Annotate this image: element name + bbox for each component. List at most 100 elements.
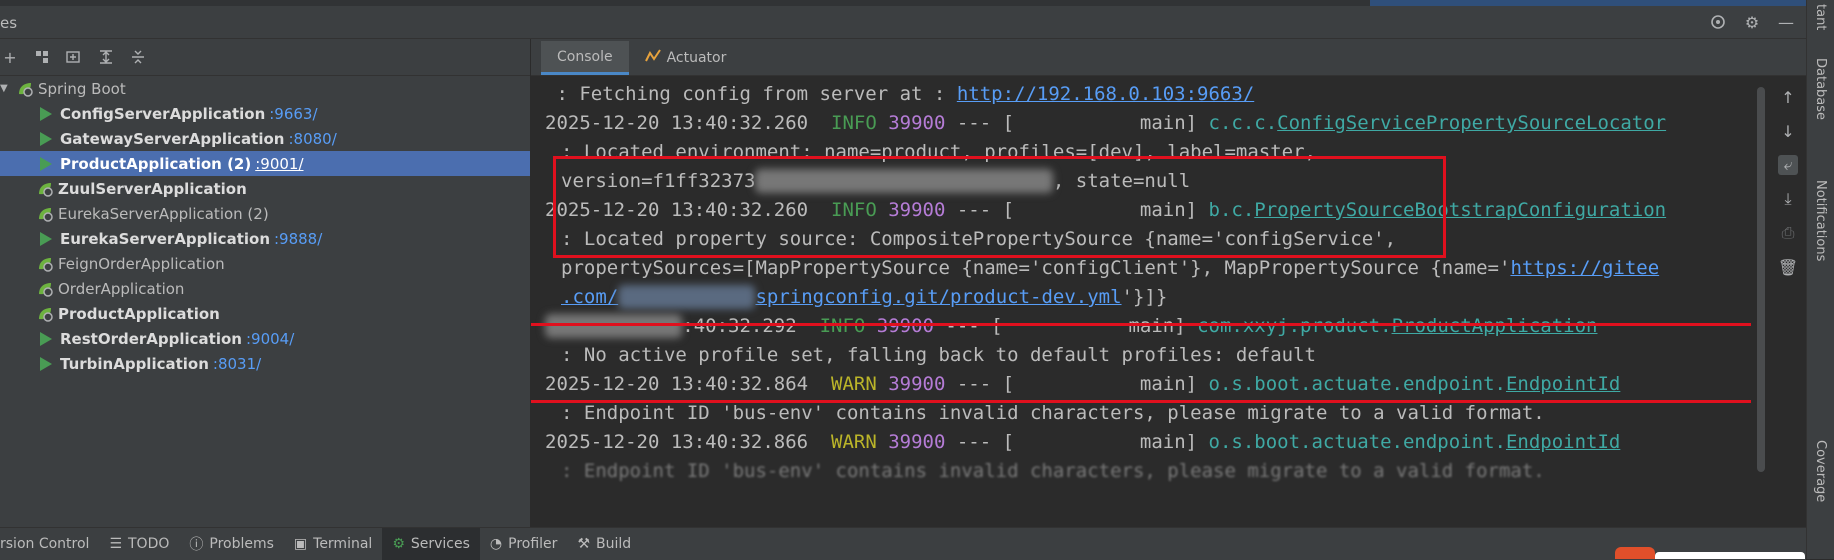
- running-icon: [40, 356, 52, 371]
- tree-item-product-2[interactable]: ProductApplication (2) :9001/: [0, 151, 530, 176]
- log-text: : Endpoint ID 'bus-env' contains invalid…: [561, 460, 1545, 482]
- tool-tab-todo[interactable]: ☰ TODO: [99, 528, 179, 560]
- running-icon: [40, 106, 52, 121]
- build-icon: ⚒: [577, 536, 590, 552]
- collapse-all-icon[interactable]: [128, 47, 148, 67]
- trash-icon[interactable]: 🗑: [1778, 257, 1798, 277]
- group-by-icon[interactable]: [32, 47, 52, 67]
- new-group-icon[interactable]: [64, 47, 84, 67]
- tool-tab-label: Terminal: [313, 536, 373, 552]
- print-icon[interactable]: ⎙: [1778, 223, 1798, 243]
- arrow-down-icon[interactable]: ↓: [1778, 121, 1798, 141]
- coverage-tab[interactable]: Coverage: [1813, 440, 1828, 502]
- add-service-icon[interactable]: +: [0, 47, 20, 67]
- tree-group-spring-boot[interactable]: ▼ Spring Boot: [0, 76, 530, 101]
- expand-all-icon[interactable]: [96, 47, 116, 67]
- minimize-icon[interactable]: —: [1776, 12, 1796, 32]
- panel-title: es: [0, 14, 18, 32]
- log-logger-class[interactable]: ConfigServicePropertySourceLocator: [1277, 112, 1666, 134]
- tree-item-zuul-server[interactable]: ZuulServerApplication: [0, 176, 530, 201]
- service-name: ProductApplication: [58, 304, 220, 323]
- spring-boot-icon: [36, 280, 54, 298]
- service-name: OrderApplication: [58, 279, 185, 298]
- log-logger-package: o.s.boot.actuate.endpoint.: [1208, 431, 1506, 453]
- log-line: 2025-12-20 13:40:32.866 WARN 39900 --- […: [545, 430, 1620, 454]
- service-name: RestOrderApplication: [60, 329, 242, 348]
- service-port-link[interactable]: :8080/: [288, 130, 336, 148]
- log-thread: --- [ main]: [945, 112, 1209, 134]
- log-link[interactable]: .com/: [561, 286, 618, 308]
- service-name: ProductApplication (2): [60, 154, 252, 173]
- assistant-tab[interactable]: tant: [1813, 4, 1828, 30]
- log-text: propertySources=[MapPropertySource {name…: [561, 257, 1511, 279]
- log-level: WARN: [831, 431, 877, 453]
- notifications-tab[interactable]: Notifications: [1813, 180, 1828, 261]
- tab-actuator[interactable]: Actuator: [629, 41, 743, 75]
- tool-tab-problems[interactable]: ⓘ Problems: [179, 528, 284, 560]
- spring-boot-icon: [36, 305, 54, 323]
- tool-tab-terminal[interactable]: ▣ Terminal: [284, 528, 382, 560]
- spring-boot-icon: [16, 80, 34, 98]
- database-tab[interactable]: Database: [1813, 58, 1828, 120]
- bottom-tool-bar: rsion Control ☰ TODO ⓘ Problems ▣ Terminal …: [0, 527, 1806, 560]
- service-port-link[interactable]: :8031/: [213, 355, 261, 373]
- service-name: ZuulServerApplication: [58, 179, 247, 198]
- soft-wrap-icon[interactable]: ⤶: [1778, 155, 1798, 175]
- tool-tab-label: TODO: [128, 536, 170, 552]
- log-line: 2025-12-20 13:40:32.260 INFO 39900 --- […: [545, 111, 1666, 135]
- services-icon: ⚙: [392, 536, 405, 552]
- tree-item-feign-order[interactable]: FeignOrderApplication: [0, 251, 530, 276]
- log-link[interactable]: http://192.168.0.103:9663/: [957, 83, 1254, 105]
- log-thread: --- [ main]: [945, 431, 1209, 453]
- console-scrollbar[interactable]: [1757, 87, 1765, 472]
- tool-tab-profiler[interactable]: ◔ Profiler: [480, 528, 568, 560]
- redacted-text: xxxxxxxxxxxx: [618, 285, 756, 309]
- service-port-link[interactable]: :9663/: [269, 105, 317, 123]
- service-name: FeignOrderApplication: [58, 254, 225, 273]
- gear-icon[interactable]: ⚙: [1742, 12, 1762, 32]
- chevron-down-icon[interactable]: ▼: [0, 83, 10, 94]
- log-level: INFO: [831, 112, 877, 134]
- service-port-link[interactable]: :9004/: [246, 330, 294, 348]
- log-line: : Fetching config from server at : http:…: [545, 82, 1254, 106]
- tool-tab-label: Profiler: [508, 536, 558, 552]
- running-icon: [40, 331, 52, 346]
- log-timestamp: 2025-12-20 13:40:32.866: [545, 431, 809, 453]
- service-port-link[interactable]: :9001/: [255, 155, 303, 173]
- highlight-box-environment: [553, 156, 1446, 258]
- terminal-icon: ▣: [293, 536, 308, 552]
- tool-tab-label: rsion Control: [0, 536, 90, 552]
- tree-item-order[interactable]: OrderApplication: [0, 276, 530, 301]
- log-line: .com/xxxxxxxxxxxxspringconfig.git/produc…: [561, 285, 1167, 309]
- tree-item-product[interactable]: ProductApplication: [0, 301, 530, 326]
- console-output[interactable]: : Fetching config from server at : http:…: [531, 76, 1751, 527]
- log-logger-class[interactable]: EndpointId: [1506, 431, 1620, 453]
- service-port-link[interactable]: :9888/: [274, 230, 322, 248]
- log-text: : Endpoint ID 'bus-env' contains invalid…: [561, 402, 1545, 424]
- log-text: : Fetching config from server at :: [545, 83, 957, 105]
- tab-console[interactable]: Console: [541, 41, 629, 75]
- tree-item-gateway-server[interactable]: GatewayServerApplication :8080/: [0, 126, 530, 151]
- log-link[interactable]: https://gitee: [1510, 257, 1659, 279]
- tree-item-eureka-server[interactable]: EurekaServerApplication :9888/: [0, 226, 530, 251]
- running-icon: [40, 156, 52, 171]
- target-icon[interactable]: [1708, 12, 1728, 32]
- spring-boot-icon: [36, 205, 54, 223]
- tree-item-rest-order[interactable]: RestOrderApplication :9004/: [0, 326, 530, 351]
- tool-tab-version-control[interactable]: rsion Control: [0, 528, 99, 560]
- highlight-box-property-source: [531, 323, 1751, 403]
- tool-tab-build[interactable]: ⚒ Build: [567, 528, 641, 560]
- service-name: GatewayServerApplication: [60, 129, 285, 148]
- tree-item-eureka-server-2[interactable]: EurekaServerApplication (2): [0, 201, 530, 226]
- arrow-up-icon[interactable]: ↑: [1778, 87, 1798, 107]
- log-pid: 39900: [888, 112, 946, 134]
- spring-boot-icon: [36, 255, 54, 273]
- scroll-to-end-icon[interactable]: ⤓: [1778, 189, 1798, 209]
- log-link[interactable]: springconfig.git/product-dev.yml: [755, 286, 1121, 308]
- log-pid: 39900: [888, 431, 946, 453]
- overlay-popup-edge: [1655, 552, 1805, 559]
- tree-item-config-server[interactable]: ConfigServerApplication :9663/: [0, 101, 530, 126]
- tool-tab-services[interactable]: ⚙ Services: [382, 528, 480, 560]
- service-name: EurekaServerApplication (2): [58, 204, 269, 223]
- tree-item-turbin[interactable]: TurbinApplication :8031/: [0, 351, 530, 376]
